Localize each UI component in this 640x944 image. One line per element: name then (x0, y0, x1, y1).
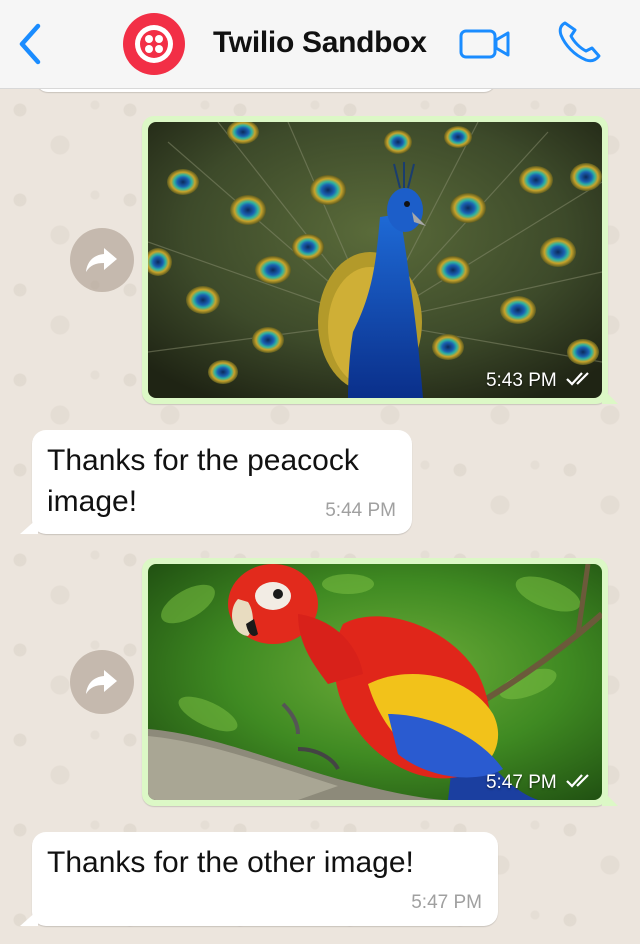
double-check-icon (561, 370, 594, 391)
message-text: Thanks for the peacock image! (47, 444, 359, 518)
chevron-left-icon (19, 23, 41, 65)
double-check-icon (561, 772, 594, 793)
incoming-message-bubble[interactable]: Thanks for the peacock image! 5:44 PM (20, 430, 412, 534)
forward-arrow-icon (86, 248, 117, 272)
chat-header: Twilio Sandbox (0, 0, 640, 89)
message-timestamp: 5:47 PM (486, 772, 594, 794)
back-button[interactable] (14, 22, 48, 66)
message-timestamp: 5:43 PM (486, 370, 594, 392)
contact-name[interactable]: Twilio Sandbox (213, 26, 427, 60)
phone-icon (558, 21, 601, 63)
contact-avatar[interactable] (123, 13, 185, 75)
video-call-button[interactable] (458, 26, 512, 62)
forward-arrow-icon (86, 670, 117, 694)
message-text: Thanks for the other image! (47, 846, 414, 879)
peacock-image[interactable] (148, 122, 602, 398)
twilio-logo-icon (135, 25, 173, 63)
voice-call-button[interactable] (556, 19, 604, 65)
image-message-bubble[interactable]: 5:47 PM (142, 558, 618, 806)
message-timestamp: 5:44 PM (325, 500, 396, 521)
forward-button[interactable] (70, 228, 134, 292)
parrot-image[interactable] (148, 564, 602, 800)
image-message-bubble[interactable]: 5:43 PM (142, 116, 618, 404)
message-timestamp: 5:47 PM (411, 892, 482, 913)
forward-button[interactable] (70, 650, 134, 714)
video-camera-icon (459, 29, 510, 59)
incoming-message-bubble[interactable]: Thanks for the other image! 5:47 PM (20, 832, 498, 926)
